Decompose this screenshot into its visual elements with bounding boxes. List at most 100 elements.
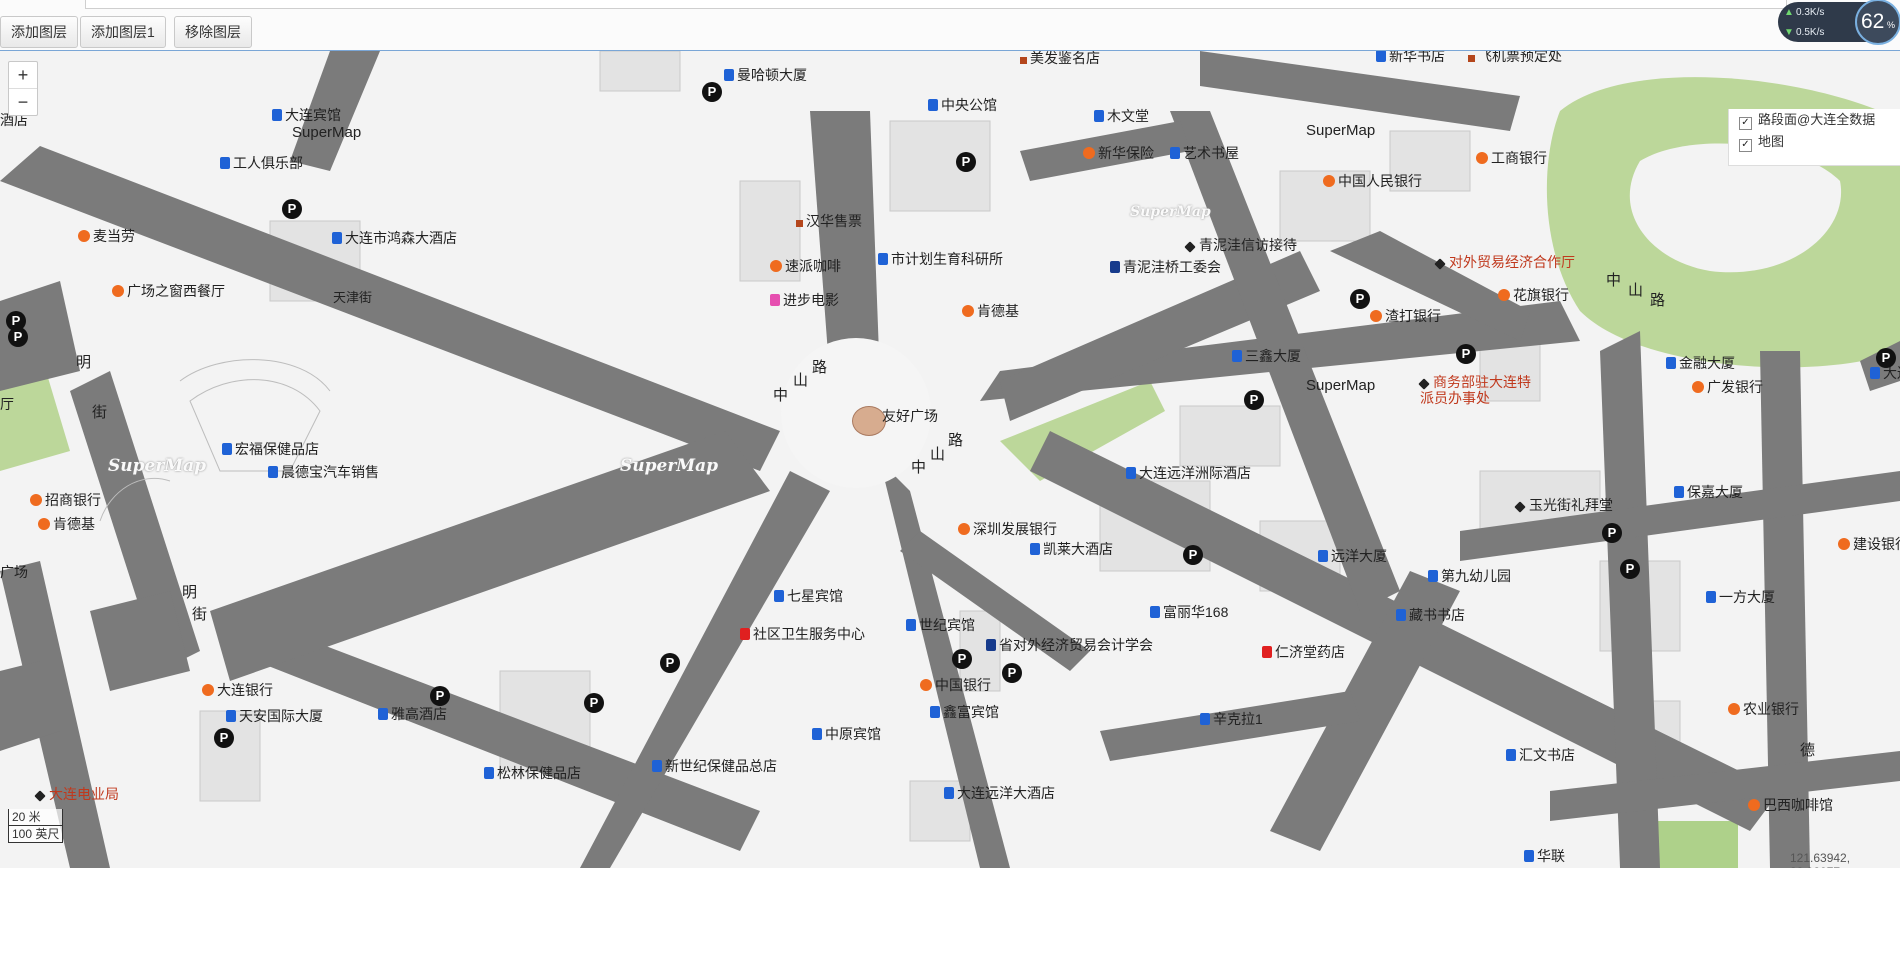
parking-icon[interactable]: P	[1183, 545, 1203, 565]
poi-commerce-office[interactable]: 商务部驻大连特派员办事处	[1418, 374, 1540, 406]
layer-row[interactable]: ✓ 地图	[1729, 131, 1900, 153]
parking-icon[interactable]: P	[430, 686, 450, 706]
poi-square-edge[interactable]: 广场	[0, 564, 28, 580]
poi-church[interactable]: 玉光街礼拜堂	[1514, 497, 1613, 513]
poi-boc[interactable]: 中国银行	[920, 677, 991, 693]
poi-ocean-tower[interactable]: 远洋大厦	[1318, 548, 1387, 564]
poi-pharmacy[interactable]: 仁济堂药店	[1262, 644, 1345, 660]
poi-hall-edge[interactable]: 厅	[0, 396, 14, 412]
poi-xinfu[interactable]: 鑫富宾馆	[930, 704, 999, 720]
food-icon	[962, 305, 974, 317]
poi-hualian[interactable]: 华联	[1524, 848, 1565, 864]
parking-icon[interactable]: P	[702, 82, 722, 102]
location-marker[interactable]	[852, 406, 886, 436]
poi-sdb[interactable]: 深圳发展银行	[958, 521, 1057, 537]
poi-baojia[interactable]: 保嘉大厦	[1674, 484, 1743, 500]
poi-cangshu[interactable]: 藏书书店	[1396, 607, 1465, 623]
parking-icon[interactable]: P	[660, 653, 680, 673]
poi-huiwen[interactable]: 汇文书店	[1506, 747, 1575, 763]
poi-workers-club[interactable]: 工人俱乐部	[220, 155, 303, 171]
poi-cgb[interactable]: 广发银行	[1692, 379, 1763, 395]
poi-kerry[interactable]: 凯莱大酒店	[1030, 541, 1113, 557]
poi-fulihua[interactable]: 富丽华168	[1150, 604, 1228, 620]
poi-accounting[interactable]: 省对外经济贸易会计学会	[986, 637, 1153, 653]
parking-icon[interactable]: P	[1002, 663, 1022, 683]
poi-kindergarten[interactable]: 第九幼儿园	[1428, 568, 1511, 584]
poi-brazil-coffee[interactable]: 巴西咖啡馆	[1748, 797, 1833, 813]
poi-zhongyuan[interactable]: 中原宾馆	[812, 726, 881, 742]
poi-finance-tower[interactable]: 金融大厦	[1666, 355, 1735, 371]
poi-xinhua-insurance[interactable]: 新华保险	[1083, 145, 1154, 161]
parking-icon[interactable]: P	[1244, 390, 1264, 410]
parking-icon[interactable]: P	[8, 327, 28, 347]
hotel-icon	[906, 619, 916, 631]
map-viewport[interactable]: SuperMap SuperMap SuperMap SuperMap Supe…	[0, 50, 1900, 868]
poi-icbc[interactable]: 工商银行	[1476, 150, 1547, 166]
poi-sanxin[interactable]: 三鑫大厦	[1232, 348, 1301, 364]
parking-icon[interactable]: P	[214, 728, 234, 748]
parking-icon[interactable]: P	[956, 152, 976, 172]
poi-clinic[interactable]: 社区卫生服务中心	[740, 626, 865, 642]
zoom-out-button[interactable]: −	[9, 88, 37, 115]
poi-xinkela[interactable]: 辛克拉1	[1200, 711, 1263, 727]
poi-pboc[interactable]: 中国人民银行	[1323, 173, 1422, 189]
poi-new-century[interactable]: 新世纪保健品总店	[652, 758, 777, 774]
layer-row[interactable]: ✓ 路段面@大连全数据	[1729, 109, 1900, 131]
poi-art-bookstore[interactable]: 艺术书屋	[1170, 145, 1239, 161]
add-layer-button[interactable]: 添加图层	[0, 16, 78, 48]
poi-standard-chartered[interactable]: 渣打银行	[1370, 308, 1441, 324]
poi-tianan[interactable]: 天安国际大厦	[226, 708, 323, 724]
parking-icon[interactable]: P	[282, 199, 302, 219]
parking-icon[interactable]: P	[1876, 348, 1896, 368]
poi-ocean-hotel[interactable]: 大连远洋大酒店	[944, 785, 1055, 801]
poi-yagao[interactable]: 雅高酒店	[378, 706, 447, 722]
bank-icon	[920, 679, 932, 691]
poi-cmb[interactable]: 招商银行	[30, 492, 101, 508]
add-layer-1-button[interactable]: 添加图层1	[80, 16, 166, 48]
poi-qixing[interactable]: 七星宾馆	[774, 588, 843, 604]
poi-songlin[interactable]: 松林保健品店	[484, 765, 581, 781]
poi-zhongyang[interactable]: 中央公馆	[928, 97, 997, 113]
poi-meifa[interactable]: 美发鉴名店	[1020, 51, 1100, 66]
parking-icon[interactable]: P	[1456, 344, 1476, 364]
poi-ticket[interactable]: 飞机票预定处	[1468, 51, 1562, 64]
parking-icon[interactable]: P	[1602, 523, 1622, 543]
poi-bank-of-dalian[interactable]: 大连银行	[202, 682, 273, 698]
poi-western-restaurant[interactable]: 广场之窗西餐厅	[112, 283, 225, 299]
parking-icon[interactable]: P	[1620, 559, 1640, 579]
parking-icon[interactable]: P	[952, 649, 972, 669]
poi-dalian-hotel[interactable]: 大连宾馆	[272, 107, 341, 123]
poi-citibank[interactable]: 花旗银行	[1498, 287, 1569, 303]
poi-abc[interactable]: 农业银行	[1728, 701, 1799, 717]
parking-icon[interactable]: P	[1350, 289, 1370, 309]
poi-kfc-2[interactable]: 肯德基	[38, 516, 95, 532]
poi-power-bureau[interactable]: 大连电业局	[34, 786, 119, 802]
remove-layer-button[interactable]: 移除图层	[174, 16, 252, 48]
checkbox-icon[interactable]: ✓	[1739, 139, 1752, 152]
zoom-in-button[interactable]: +	[9, 62, 37, 88]
poi-xinhua-bookstore[interactable]: 新华书店	[1376, 51, 1445, 64]
parking-icon[interactable]: P	[584, 693, 604, 713]
poi-coffee[interactable]: 速派咖啡	[770, 258, 841, 274]
poi-kfc-1[interactable]: 肯德基	[962, 303, 1019, 319]
poi-manhattan[interactable]: 曼哈顿大厦	[724, 67, 807, 83]
poi-car-sales[interactable]: 晨德宝汽车销售	[268, 464, 379, 480]
poi-hongsen[interactable]: 大连市鸿森大酒店	[332, 230, 457, 246]
poi-foreign-trade[interactable]: 对外贸易经济合作厅	[1434, 254, 1576, 270]
poi-qingniwa-petition[interactable]: 青泥洼信访接待	[1184, 237, 1297, 253]
poi-family-planning[interactable]: 市计划生育科研所	[878, 251, 1003, 267]
poi-intercontinental[interactable]: 大连远洋洲际酒店	[1126, 465, 1251, 481]
poi-century-hotel[interactable]: 世纪宾馆	[906, 617, 975, 633]
poi-hanhua-ticket[interactable]: 汉华售票	[796, 213, 862, 229]
poi-hongfu[interactable]: 宏福保健品店	[222, 441, 319, 457]
poi-qingniwa-committee[interactable]: 青泥洼桥工委会	[1110, 259, 1221, 275]
checkbox-icon[interactable]: ✓	[1739, 117, 1752, 130]
network-speed-widget[interactable]: ▲ ▼ 0.3K/s 0.5K/s 62 %	[1778, 0, 1900, 48]
bank-icon	[1838, 538, 1850, 550]
poi-youhao-square[interactable]: 友好广场	[882, 408, 938, 424]
poi-mcdonalds[interactable]: 麦当劳	[78, 228, 135, 244]
poi-yifang[interactable]: 一方大厦	[1706, 589, 1775, 605]
poi-muwentang[interactable]: 木文堂	[1094, 108, 1149, 124]
poi-ccb[interactable]: 建设银行	[1838, 536, 1900, 552]
poi-cinema[interactable]: 进步电影	[770, 292, 839, 308]
